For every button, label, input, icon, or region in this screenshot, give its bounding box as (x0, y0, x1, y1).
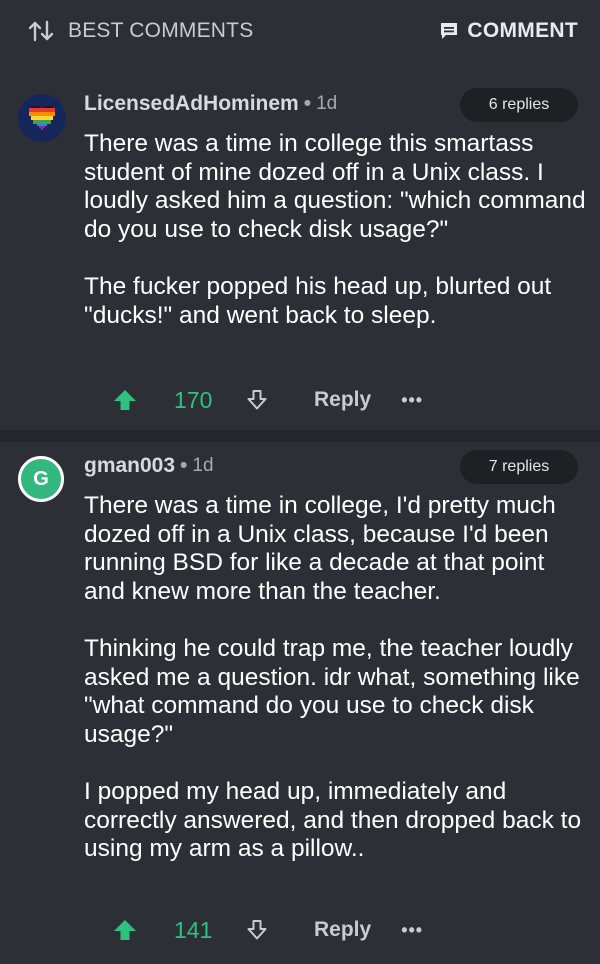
comments-header: BEST COMMENTS COMMENT (0, 0, 600, 62)
comment-age: 1d (316, 93, 338, 114)
comment-actions: 170 Reply ••• (112, 380, 423, 420)
comment-paragraph: The fucker popped his head up, blurted o… (84, 272, 552, 329)
downvote-arrow-icon[interactable] (246, 919, 268, 941)
comment-meta: LicensedAdHominem • 1d (84, 91, 337, 117)
comment-paragraph: There was a time in college this smartas… (84, 130, 586, 243)
rainbow-pixel-heart-icon (29, 106, 55, 130)
upvote-arrow-icon[interactable] (112, 917, 138, 943)
downvote-arrow-icon[interactable] (246, 389, 268, 411)
comment-actions: 141 Reply ••• (112, 910, 423, 950)
comment-body: There was a time in college, I'd pretty … (84, 492, 586, 864)
avatar[interactable] (18, 94, 66, 142)
comment-button-label: COMMENT (467, 19, 578, 42)
more-options-icon[interactable]: ••• (401, 390, 423, 411)
vote-score: 141 (174, 916, 213, 943)
reply-button[interactable]: Reply (314, 388, 371, 412)
replies-button[interactable]: 6 replies (460, 88, 578, 122)
separator-dot: • (180, 454, 188, 477)
reply-button[interactable]: Reply (314, 918, 371, 942)
comment-bubble-icon (441, 23, 458, 39)
divider (0, 430, 600, 442)
comment-card: LicensedAdHominem • 1d 6 replies There w… (0, 80, 600, 430)
comment-age: 1d (192, 455, 214, 476)
comment-paragraph: Thinking he could trap me, the teacher l… (84, 634, 580, 748)
sort-label: BEST COMMENTS (68, 19, 254, 42)
avatar[interactable]: G (18, 456, 64, 502)
replies-button[interactable]: 7 replies (460, 450, 578, 484)
vote-score: 170 (174, 386, 213, 413)
comment-paragraph: I popped my head up, immediately and cor… (84, 777, 582, 863)
more-options-icon[interactable]: ••• (401, 920, 423, 941)
sort-button[interactable]: BEST COMMENTS (28, 18, 253, 44)
username[interactable]: gman003 (84, 454, 175, 478)
avatar-letter: G (33, 467, 49, 490)
add-comment-button[interactable]: COMMENT (439, 18, 578, 44)
username[interactable]: LicensedAdHominem (84, 92, 299, 116)
sort-arrows-icon (28, 20, 54, 42)
upvote-arrow-icon[interactable] (112, 387, 138, 413)
comment-meta: gman003 • 1d (84, 453, 214, 479)
separator-dot: • (303, 92, 312, 115)
comment-body: There was a time in college this smartas… (84, 130, 586, 330)
comment-card: G gman003 • 1d 7 replies There was a tim… (0, 442, 600, 964)
comment-paragraph: There was a time in college, I'd pretty … (84, 492, 556, 605)
